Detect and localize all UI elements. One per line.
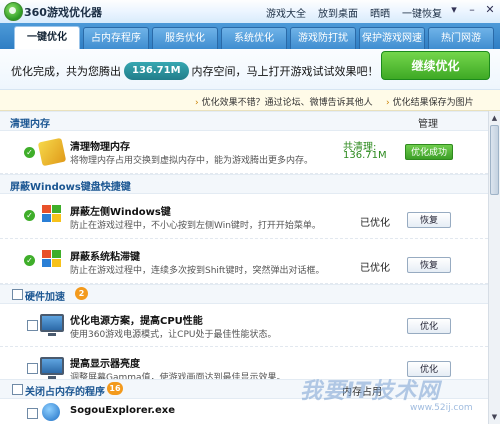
continue-optimize-button[interactable]: 继续优化 — [381, 51, 490, 80]
optimization-list: 清理内存 管理 ✓ 清理物理内存 将物理内存占用交换到虚拟内存中，能为游戏腾出更… — [0, 111, 488, 424]
item-title: 清理物理内存 — [70, 142, 130, 153]
item-title: SogouExplorer.exe — [70, 405, 175, 416]
scroll-thumb[interactable] — [490, 125, 499, 195]
item-checkbox[interactable] — [27, 363, 38, 374]
section-clean-memory: 清理内存 管理 — [0, 111, 488, 131]
tab-network[interactable]: 保护游戏网速 — [359, 27, 425, 49]
tab-bar: 一键优化 占内存程序 服务优化 系统优化 游戏防打扰 保护游戏网速 热门网游 — [0, 23, 500, 49]
section-block-windows-keys: 屏蔽Windows键盘快捷键 — [0, 174, 488, 194]
link-put-desktop[interactable]: 放到桌面 — [318, 5, 358, 20]
result-text-before: 优化完成，共为您腾出 — [11, 65, 121, 78]
app-logo-icon — [4, 2, 23, 21]
vertical-scrollbar[interactable]: ▲ ▼ — [488, 111, 500, 424]
windows-logo-icon — [40, 203, 64, 227]
check-icon: ✓ — [24, 147, 35, 158]
close-icon[interactable]: ✕ — [484, 4, 496, 16]
title-links: 游戏大全 放到桌面 晒晒 一键恢复 — [266, 5, 442, 20]
feedback-bar: › 优化效果不错？通过论坛、微博告诉其他人 › 优化结果保存为图片 — [0, 90, 500, 111]
save-image-text: 优化结果保存为图片 — [392, 98, 474, 108]
item-title: 屏蔽左侧Windows键 — [70, 207, 171, 218]
link-share[interactable]: 晒晒 — [370, 5, 390, 20]
item-clean-physical-memory: ✓ 清理物理内存 将物理内存占用交换到虚拟内存中，能为游戏腾出更多内存。 共清理… — [0, 131, 488, 174]
section-title: 屏蔽Windows键盘快捷键 — [10, 182, 131, 193]
optimize-button[interactable]: 优化 — [407, 318, 451, 334]
item-desc: 防止在游戏过程中，连续多次按到Shift键时，突然弹出对话框。 — [70, 266, 325, 276]
watermark-url: www.52ij.com — [410, 403, 473, 413]
manage-header: 管理 — [418, 119, 438, 130]
check-icon: ✓ — [24, 210, 35, 221]
status-optimized: 已优化 — [360, 218, 390, 229]
tab-one-click[interactable]: 一键优化 — [14, 26, 80, 49]
item-title: 屏蔽系统粘滞键 — [70, 252, 140, 263]
result-message: 优化完成，共为您腾出 136.71M 内存空间，马上打开游戏试试效果吧！ — [11, 62, 379, 80]
menu-icon[interactable]: ▾ — [448, 4, 460, 16]
item-checkbox[interactable] — [27, 320, 38, 331]
section-title: 关闭占内存的程序 — [25, 387, 105, 398]
item-checkbox[interactable] — [27, 408, 38, 419]
windows-logo-icon — [40, 248, 64, 272]
app-title: 360游戏优化器 — [24, 6, 102, 19]
count-badge: 16 — [107, 382, 123, 395]
check-icon: ✓ — [24, 255, 35, 266]
save-image-link[interactable]: › 优化结果保存为图片 — [386, 95, 474, 108]
tab-no-disturb[interactable]: 游戏防打扰 — [290, 27, 356, 49]
watermark-text: 我要IT技术网 — [300, 379, 441, 404]
section-title: 硬件加速 — [25, 292, 65, 303]
link-game-list[interactable]: 游戏大全 — [266, 5, 306, 20]
link-restore-all[interactable]: 一键恢复 — [402, 5, 442, 20]
status-optimized: 已优化 — [360, 263, 390, 274]
item-desc: 将物理内存占用交换到虚拟内存中，能为游戏腾出更多内存。 — [70, 156, 314, 166]
monitor-icon — [40, 314, 64, 336]
title-bar: 360游戏优化器 游戏大全 放到桌面 晒晒 一键恢复 ▾ – ✕ — [0, 0, 500, 23]
watermark: 我要IT技术网 www.52ij.com — [300, 373, 488, 421]
sogou-browser-icon — [42, 403, 60, 421]
restore-button[interactable]: 恢复 — [407, 212, 451, 228]
count-badge: 2 — [75, 287, 88, 300]
freed-memory-badge: 136.71M — [124, 62, 189, 80]
result-text-after: 内存空间，马上打开游戏试试效果吧！ — [191, 65, 379, 78]
minimize-icon[interactable]: – — [466, 4, 478, 16]
tab-services[interactable]: 服务优化 — [152, 27, 218, 49]
arrow-icon: › — [195, 98, 199, 108]
tab-memory-programs[interactable]: 占内存程序 — [83, 27, 149, 49]
restore-button[interactable]: 恢复 — [407, 257, 451, 273]
share-feedback-link[interactable]: › 优化效果不错？通过论坛、微博告诉其他人 — [195, 95, 373, 108]
tab-hot-games[interactable]: 热门网游 — [428, 27, 494, 49]
section-title: 清理内存 — [10, 119, 50, 130]
cleaned-value: 136.71M — [343, 150, 387, 161]
arrow-icon: › — [386, 98, 390, 108]
item-title: 优化电源方案，提高CPU性能 — [70, 316, 203, 327]
item-block-left-win: ✓ 屏蔽左侧Windows键 防止在游戏过程中，不小心按到左侧Win键时，打开开… — [0, 194, 488, 239]
broom-icon — [37, 137, 67, 167]
share-feedback-text: 优化效果不错？通过论坛、微博告诉其他人 — [201, 98, 373, 108]
item-desc: 使用360游戏电源模式，让CPU处于最佳性能状态。 — [70, 330, 277, 340]
scroll-down-icon[interactable]: ▼ — [490, 412, 499, 422]
tab-system[interactable]: 系统优化 — [221, 27, 287, 49]
item-desc: 防止在游戏过程中，不小心按到左侧Win键时，打开开始菜单。 — [70, 221, 321, 231]
scroll-up-icon[interactable]: ▲ — [490, 113, 499, 123]
item-power-plan: 优化电源方案，提高CPU性能 使用360游戏电源模式，让CPU处于最佳性能状态。… — [0, 304, 488, 347]
section-checkbox[interactable] — [12, 384, 23, 395]
section-checkbox[interactable] — [12, 289, 23, 300]
monitor-icon — [40, 357, 64, 379]
window-controls: ▾ – ✕ — [448, 4, 496, 16]
item-title: 提高显示器亮度 — [70, 359, 140, 370]
item-block-sticky-keys: ✓ 屏蔽系统粘滞键 防止在游戏过程中，连续多次按到Shift键时，突然弹出对话框… — [0, 239, 488, 284]
optimize-success-button[interactable]: 优化成功 — [405, 144, 453, 160]
section-hardware-acceleration: 硬件加速 2 — [0, 284, 488, 304]
